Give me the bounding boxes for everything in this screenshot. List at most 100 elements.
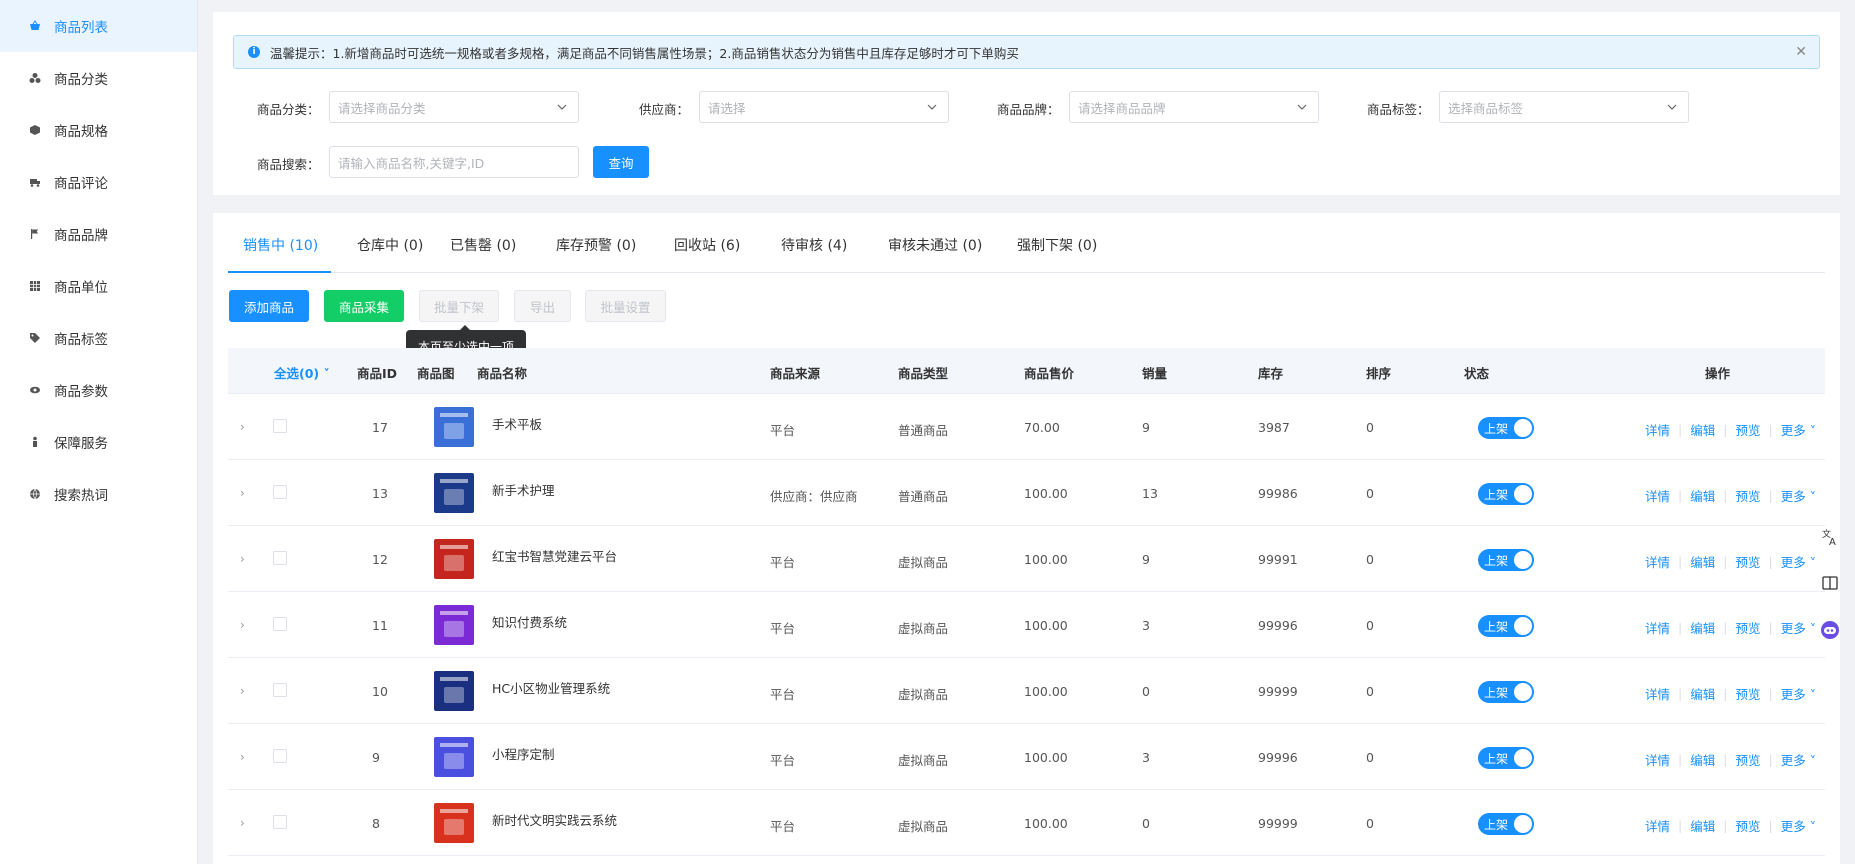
more-dropdown[interactable]: 更多 ˅: [1781, 420, 1816, 439]
sidebar-item-review[interactable]: 商品评论: [0, 156, 197, 208]
preview-link[interactable]: 预览: [1735, 486, 1760, 505]
row-checkbox[interactable]: [273, 617, 287, 631]
tab-recycle-bin[interactable]: 回收站 (6): [674, 235, 740, 255]
select-all-dropdown[interactable]: 全选(0) ˅: [274, 363, 330, 382]
status-toggle[interactable]: 上架: [1478, 747, 1534, 769]
sidebar-item-product-list[interactable]: 商品列表: [0, 0, 197, 52]
divider: |: [1768, 554, 1773, 569]
header-name: 商品名称: [477, 366, 528, 381]
brand-select[interactable]: 请选择商品品牌: [1069, 91, 1319, 123]
more-dropdown[interactable]: 更多 ˅: [1781, 486, 1816, 505]
row-checkbox[interactable]: [273, 815, 287, 829]
edit-link[interactable]: 编辑: [1690, 420, 1715, 439]
preview-link[interactable]: 预览: [1735, 816, 1760, 835]
expand-chevron-icon[interactable]: ›: [240, 486, 250, 500]
status-toggle[interactable]: 上架: [1478, 681, 1534, 703]
row-checkbox[interactable]: [273, 683, 287, 697]
sidebar-item-params[interactable]: 商品参数: [0, 364, 197, 416]
cell-name[interactable]: 手术平板: [492, 414, 542, 433]
edit-link[interactable]: 编辑: [1690, 552, 1715, 571]
sidebar-item-spec[interactable]: 商品规格: [0, 104, 197, 156]
cell-name[interactable]: HC小区物业管理系统: [492, 678, 610, 697]
translate-icon[interactable]: 文A: [1815, 522, 1845, 552]
sidebar-item-category[interactable]: 商品分类: [0, 52, 197, 104]
tag-select[interactable]: 选择商品标签: [1439, 91, 1689, 123]
sidebar-item-unit[interactable]: 商品单位: [0, 260, 197, 312]
edit-link[interactable]: 编辑: [1690, 750, 1715, 769]
detail-link[interactable]: 详情: [1645, 816, 1670, 835]
more-dropdown[interactable]: 更多 ˅: [1781, 816, 1816, 835]
tab-stock-alert[interactable]: 库存预警 (0): [556, 235, 636, 255]
status-toggle[interactable]: 上架: [1478, 615, 1534, 637]
expand-chevron-icon[interactable]: ›: [240, 816, 250, 830]
edit-link[interactable]: 编辑: [1690, 816, 1715, 835]
supplier-select[interactable]: 请选择: [699, 91, 949, 123]
tab-forced-off[interactable]: 强制下架 (0): [1017, 235, 1097, 255]
divider: |: [1768, 752, 1773, 767]
sidebar-item-tag[interactable]: 商品标签: [0, 312, 197, 364]
expand-chevron-icon[interactable]: ›: [240, 552, 250, 566]
cell-name[interactable]: 新手术护理: [492, 480, 555, 499]
add-product-button[interactable]: 添加商品: [229, 290, 309, 322]
expand-chevron-icon[interactable]: ›: [240, 750, 250, 764]
detail-link[interactable]: 详情: [1645, 486, 1670, 505]
cell-name[interactable]: 知识付费系统: [492, 612, 567, 631]
tab-warehouse[interactable]: 仓库中 (0): [357, 235, 423, 255]
status-toggle[interactable]: 上架: [1478, 813, 1534, 835]
status-toggle[interactable]: 上架: [1478, 417, 1534, 439]
more-dropdown[interactable]: 更多 ˅: [1781, 618, 1816, 637]
edit-link[interactable]: 编辑: [1690, 684, 1715, 703]
preview-link[interactable]: 预览: [1735, 552, 1760, 571]
table-row: › 17 手术平板 平台 普通商品 70.00 9 3987 0 上架 详情 | …: [228, 394, 1825, 460]
preview-link[interactable]: 预览: [1735, 420, 1760, 439]
tab-pending-review[interactable]: 待审核 (4): [781, 235, 847, 255]
row-checkbox[interactable]: [273, 419, 287, 433]
expand-chevron-icon[interactable]: ›: [240, 618, 250, 632]
product-list-panel: 销售中 (10) 仓库中 (0) 已售罄 (0) 库存预警 (0) 回收站 (6…: [213, 213, 1840, 864]
sidebar-item-guarantee[interactable]: 保障服务: [0, 416, 197, 468]
detail-link[interactable]: 详情: [1645, 618, 1670, 637]
row-checkbox[interactable]: [273, 551, 287, 565]
collect-product-button[interactable]: 商品采集: [324, 290, 404, 322]
reader-icon[interactable]: [1815, 568, 1845, 598]
row-checkbox[interactable]: [273, 485, 287, 499]
tab-sold-out[interactable]: 已售罄 (0): [450, 235, 516, 255]
category-select[interactable]: 请选择商品分类: [329, 91, 579, 123]
more-dropdown[interactable]: 更多 ˅: [1781, 750, 1816, 769]
more-dropdown[interactable]: 更多 ˅: [1781, 552, 1816, 571]
detail-link[interactable]: 详情: [1645, 750, 1670, 769]
status-toggle[interactable]: 上架: [1478, 483, 1534, 505]
cell-type: 虚拟商品: [898, 621, 949, 636]
preview-link[interactable]: 预览: [1735, 618, 1760, 637]
detail-link[interactable]: 详情: [1645, 684, 1670, 703]
close-icon[interactable]: ✕: [1795, 44, 1807, 60]
assistant-icon[interactable]: [1815, 615, 1845, 645]
more-dropdown[interactable]: 更多 ˅: [1781, 684, 1816, 703]
cell-source: 供应商：供应商: [770, 489, 858, 504]
status-toggle[interactable]: 上架: [1478, 549, 1534, 571]
detail-link[interactable]: 详情: [1645, 552, 1670, 571]
table-row: › 10 HC小区物业管理系统 平台 虚拟商品 100.00 0 99999 0…: [228, 658, 1825, 724]
cell-name[interactable]: 小程序定制: [492, 744, 555, 763]
export-button[interactable]: 导出: [514, 290, 571, 322]
batch-off-shelf-button[interactable]: 批量下架: [419, 290, 499, 322]
sidebar-item-brand[interactable]: 商品品牌: [0, 208, 197, 260]
row-checkbox[interactable]: [273, 749, 287, 763]
search-input[interactable]: 请输入商品名称,关键字,ID: [329, 146, 579, 178]
edit-link[interactable]: 编辑: [1690, 486, 1715, 505]
detail-link[interactable]: 详情: [1645, 420, 1670, 439]
expand-chevron-icon[interactable]: ›: [240, 420, 250, 434]
batch-settings-button[interactable]: 批量设置: [585, 290, 666, 322]
sidebar-item-hot-search[interactable]: 搜索热词: [0, 468, 197, 520]
preview-link[interactable]: 预览: [1735, 750, 1760, 769]
cell-source: 平台: [770, 423, 796, 438]
tab-review-failed[interactable]: 审核未通过 (0): [888, 235, 982, 255]
divider: |: [1723, 686, 1728, 701]
expand-chevron-icon[interactable]: ›: [240, 684, 250, 698]
tab-on-sale[interactable]: 销售中 (10): [243, 235, 318, 255]
cell-name[interactable]: 新时代文明实践云系统: [492, 810, 617, 829]
preview-link[interactable]: 预览: [1735, 684, 1760, 703]
query-button[interactable]: 查询: [593, 146, 649, 178]
edit-link[interactable]: 编辑: [1690, 618, 1715, 637]
cell-name[interactable]: 红宝书智慧党建云平台: [492, 546, 617, 565]
